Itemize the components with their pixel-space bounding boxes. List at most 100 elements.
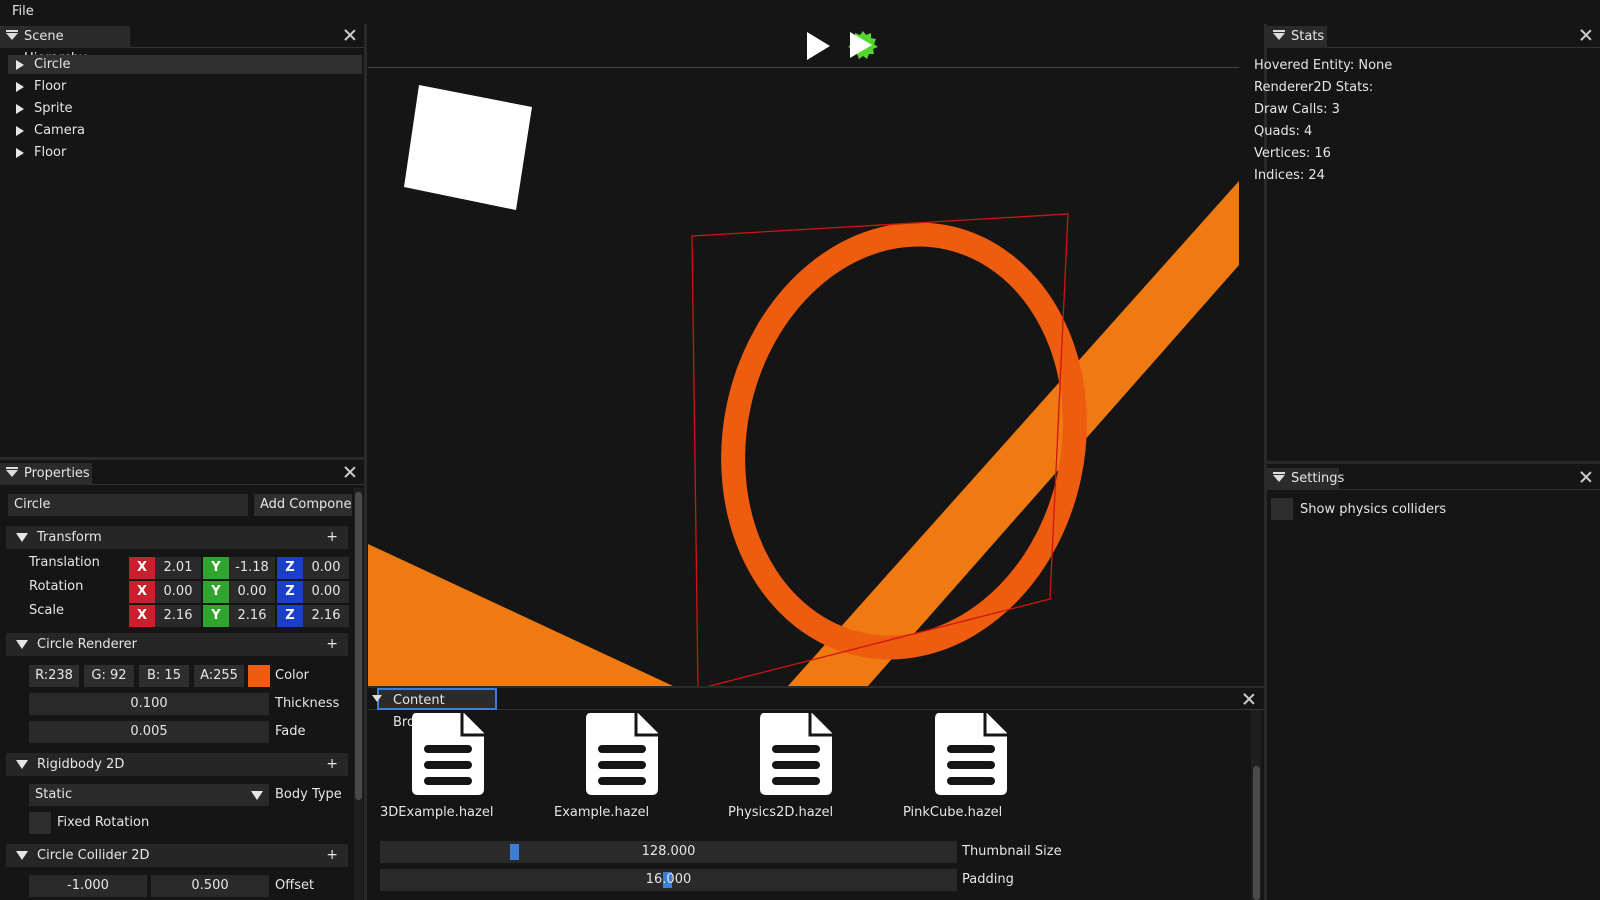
collapse-arrow-icon[interactable] <box>1273 30 1285 40</box>
scale-x-reset-button[interactable]: X <box>129 605 155 627</box>
body-type-select[interactable]: Static <box>29 784 269 806</box>
circle-renderer-header[interactable]: Circle Renderer + <box>6 633 348 656</box>
vertical-splitter[interactable] <box>364 24 367 900</box>
entity-name-field[interactable]: Circle <box>8 494 248 516</box>
collapse-arrow-icon[interactable] <box>372 695 382 702</box>
translation-y-field[interactable]: -1.18 <box>229 557 275 579</box>
fixed-rotation-label: Fixed Rotation <box>57 815 150 830</box>
tab-content-browser[interactable]: Content Browser <box>377 688 497 730</box>
component-settings-button[interactable]: + <box>326 633 338 656</box>
hierarchy-item-sprite[interactable]: Sprite <box>8 99 362 118</box>
fixed-rotation-checkbox[interactable] <box>29 812 51 834</box>
scale-x-field[interactable]: 2.16 <box>155 605 201 627</box>
close-icon[interactable] <box>1579 470 1593 484</box>
file-icon[interactable] <box>408 711 488 797</box>
transform-header[interactable]: Transform + <box>6 526 348 549</box>
properties-scrollbar[interactable] <box>354 488 363 900</box>
scroll-thumb[interactable] <box>355 492 362 800</box>
offset-x-field[interactable]: -1.000 <box>29 875 147 897</box>
content-browser-panel: Content Browser 3DExample.hazel Example.… <box>368 688 1264 900</box>
color-g-field[interactable]: G: 92 <box>84 665 134 687</box>
close-icon[interactable] <box>1242 692 1256 706</box>
rotation-x-reset-button[interactable]: X <box>129 581 155 603</box>
translation-z-reset-button[interactable]: Z <box>277 557 303 579</box>
circle-collider-header[interactable]: Circle Collider 2D + <box>6 844 348 867</box>
file-icon[interactable] <box>931 711 1011 797</box>
translation-x-field[interactable]: 2.01 <box>155 557 201 579</box>
tab-stats[interactable]: Stats <box>1267 26 1327 48</box>
translation-z-field[interactable]: 0.00 <box>303 557 349 579</box>
collapse-arrow-icon[interactable] <box>16 760 28 769</box>
horizontal-splitter[interactable] <box>0 457 364 460</box>
color-b-field[interactable]: B: 15 <box>139 665 189 687</box>
collapse-arrow-icon[interactable] <box>16 851 28 860</box>
rigidbody-header[interactable]: Rigidbody 2D + <box>6 753 348 776</box>
rotation-z-field[interactable]: 0.00 <box>303 581 349 603</box>
content-browser-scrollbar[interactable] <box>1251 710 1261 900</box>
translation-x-reset-button[interactable]: X <box>129 557 155 579</box>
collapse-arrow-icon[interactable] <box>6 30 18 40</box>
scale-y-field[interactable]: 2.16 <box>229 605 275 627</box>
collapse-arrow-icon[interactable] <box>1273 472 1285 482</box>
hierarchy-item-circle[interactable]: Circle <box>8 55 362 74</box>
play-icon[interactable] <box>804 30 832 62</box>
file-name[interactable]: 3DExample.hazel <box>380 805 493 820</box>
indices-text: Indices: 24 <box>1254 168 1325 183</box>
scale-z-reset-button[interactable]: Z <box>277 605 303 627</box>
floor-left[interactable] <box>368 544 673 686</box>
show-colliders-checkbox[interactable] <box>1271 498 1293 520</box>
hierarchy-item-camera[interactable]: Camera <box>8 121 362 140</box>
close-icon[interactable] <box>1579 28 1593 42</box>
collapse-arrow-icon[interactable] <box>6 467 18 477</box>
file-icon[interactable] <box>582 711 662 797</box>
file-name[interactable]: Physics2D.hazel <box>728 805 833 820</box>
hierarchy-item-floor-2[interactable]: Floor <box>8 143 362 162</box>
horizontal-splitter-right[interactable] <box>1267 461 1600 464</box>
slider-grab[interactable] <box>510 844 519 860</box>
menu-file[interactable]: File <box>12 4 34 19</box>
expand-arrow-icon[interactable] <box>16 60 24 70</box>
color-r-field[interactable]: R:238 <box>29 665 79 687</box>
color-swatch[interactable] <box>248 665 270 687</box>
scale-y-reset-button[interactable]: Y <box>203 605 229 627</box>
collapse-arrow-icon[interactable] <box>16 533 28 542</box>
expand-arrow-icon[interactable] <box>16 82 24 92</box>
tab-settings[interactable]: Settings <box>1267 468 1344 490</box>
expand-arrow-icon[interactable] <box>16 104 24 114</box>
rotation-y-reset-button[interactable]: Y <box>203 581 229 603</box>
rotation-label: Rotation <box>29 579 84 594</box>
component-settings-button[interactable]: + <box>326 844 338 867</box>
add-component-button[interactable]: Add Componer <box>254 494 352 516</box>
translation-y-reset-button[interactable]: Y <box>203 557 229 579</box>
quads-text: Quads: 4 <box>1254 124 1313 139</box>
expand-arrow-icon[interactable] <box>16 126 24 136</box>
component-settings-button[interactable]: + <box>326 526 338 549</box>
scroll-thumb[interactable] <box>1253 766 1260 900</box>
fade-field[interactable]: 0.005 <box>29 721 269 743</box>
simulate-icon[interactable] <box>846 28 880 62</box>
scale-z-field[interactable]: 2.16 <box>303 605 349 627</box>
offset-y-field[interactable]: 0.500 <box>151 875 269 897</box>
rotation-y-field[interactable]: 0.00 <box>229 581 275 603</box>
close-icon[interactable] <box>343 465 357 479</box>
padding-slider[interactable]: 16.000 <box>380 869 957 891</box>
color-a-field[interactable]: A:255 <box>194 665 244 687</box>
file-name[interactable]: PinkCube.hazel <box>903 805 1002 820</box>
scene-canvas[interactable] <box>368 69 1239 686</box>
close-icon[interactable] <box>343 28 357 42</box>
hierarchy-item-floor[interactable]: Floor <box>8 77 362 96</box>
thickness-field[interactable]: 0.100 <box>29 693 269 715</box>
file-name[interactable]: Example.hazel <box>554 805 649 820</box>
rotation-x-field[interactable]: 0.00 <box>155 581 201 603</box>
tab-properties[interactable]: Properties <box>0 463 92 485</box>
component-settings-button[interactable]: + <box>326 753 338 776</box>
tab-scene-hierarchy[interactable]: Scene Hierarchy <box>0 26 130 66</box>
collapse-arrow-icon[interactable] <box>16 640 28 649</box>
slider-value: 128.000 <box>641 844 696 859</box>
scene-viewport[interactable] <box>368 69 1239 686</box>
file-icon[interactable] <box>756 711 836 797</box>
expand-arrow-icon[interactable] <box>16 148 24 158</box>
thumbnail-size-slider[interactable]: 128.000 <box>380 841 957 863</box>
sprite-quad[interactable] <box>404 85 532 210</box>
rotation-z-reset-button[interactable]: Z <box>277 581 303 603</box>
